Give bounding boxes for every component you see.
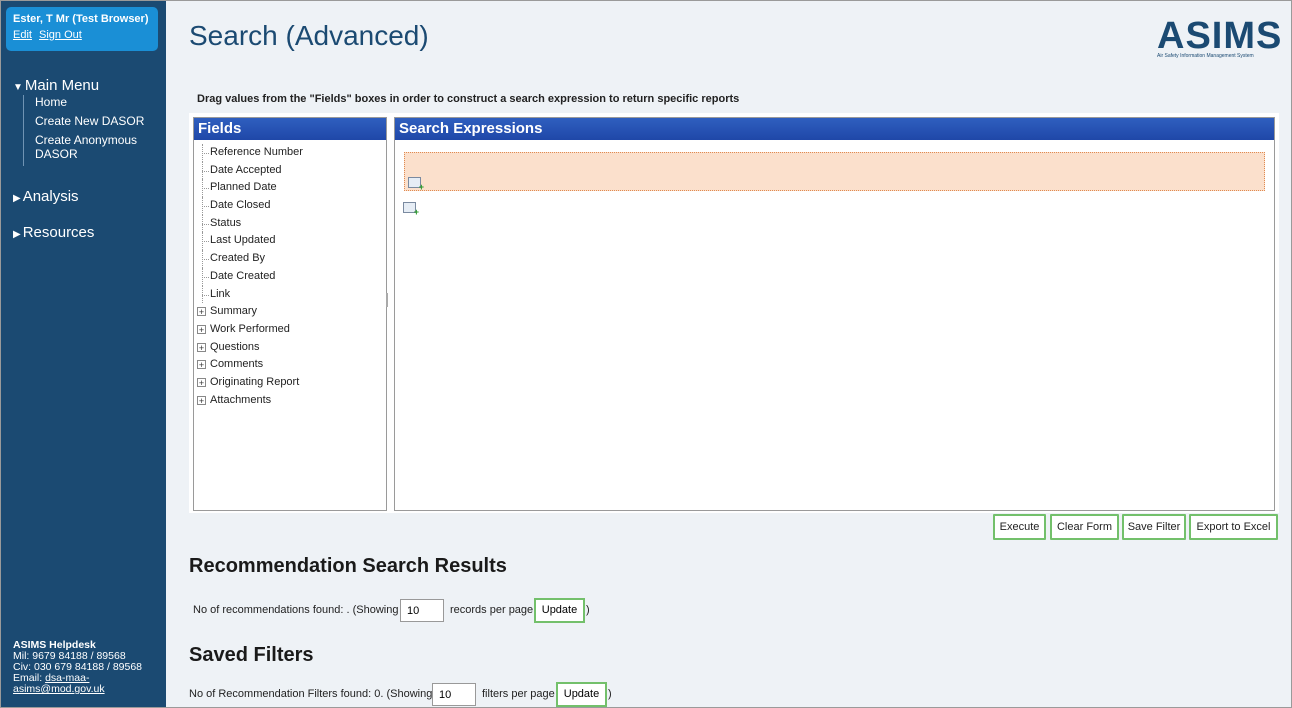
caret-down-icon: ▼	[13, 82, 23, 93]
edit-link[interactable]: Edit	[13, 29, 32, 41]
sidebar-item-home[interactable]: Home	[35, 95, 157, 109]
expand-plus-icon[interactable]: +	[197, 307, 206, 317]
add-expression-icon[interactable]	[403, 202, 419, 217]
user-links: Edit Sign Out	[13, 29, 86, 41]
fields-panel: Fields Reference Number Date Accepted Pl…	[193, 117, 387, 511]
search-expressions-header: Search Expressions	[395, 118, 1274, 140]
helpdesk-email-line: Email: dsa-maa-asims@mod.gov.uk	[13, 673, 163, 695]
field-item[interactable]: Date Created	[194, 267, 386, 286]
caret-right-icon: ▶	[13, 193, 21, 204]
expand-plus-icon[interactable]: +	[197, 324, 206, 334]
main-menu-toggle[interactable]: ▼ Main Menu	[13, 77, 99, 94]
saved-filters-count-text: No of Recommendation Filters found: 0. (…	[189, 688, 433, 700]
field-item[interactable]: Reference Number	[194, 144, 386, 162]
field-group-label: Work Performed	[210, 322, 290, 335]
results-close-paren: )	[586, 604, 590, 616]
save-filter-button[interactable]: Save Filter	[1122, 514, 1186, 540]
filters-per-page-label: filters per page	[482, 688, 555, 700]
fields-tree: Reference Number Date Accepted Planned D…	[194, 144, 386, 409]
user-box: Ester, T Mr (Test Browser) Edit Sign Out	[6, 7, 158, 51]
execute-button[interactable]: Execute	[993, 514, 1046, 540]
saved-filters-title: Saved Filters	[189, 644, 314, 666]
field-group-label: Originating Report	[210, 375, 300, 388]
records-per-page-input[interactable]	[400, 599, 444, 622]
sidebar-item-create-anonymous-dasor[interactable]: Create Anonymous DASOR	[35, 133, 157, 161]
field-item[interactable]: Status	[194, 214, 386, 233]
field-group[interactable]: + Summary	[194, 303, 386, 321]
analysis-label: Analysis	[22, 188, 79, 205]
field-item[interactable]: Link	[194, 285, 386, 304]
field-group[interactable]: + Work Performed	[194, 321, 386, 339]
field-group[interactable]: + Originating Report	[194, 374, 386, 392]
expand-plus-icon[interactable]: +	[197, 377, 206, 387]
results-title: Recommendation Search Results	[189, 555, 507, 577]
update-records-button[interactable]: Update	[534, 598, 585, 623]
filters-per-page-input[interactable]	[432, 683, 476, 706]
results-count-text: No of recommendations found: . (Showing	[193, 604, 399, 616]
expand-plus-icon[interactable]: +	[197, 342, 206, 352]
saved-close-paren: )	[608, 688, 612, 700]
clear-form-button[interactable]: Clear Form	[1050, 514, 1119, 540]
update-filters-button[interactable]: Update	[556, 682, 607, 707]
field-item[interactable]: Last Updated	[194, 232, 386, 250]
caret-right-icon: ▶	[13, 229, 21, 240]
resources-label: Resources	[22, 224, 95, 241]
add-expression-icon[interactable]	[408, 177, 424, 192]
search-expressions-panel: Search Expressions	[394, 117, 1275, 511]
logo-text: ASIMS	[1157, 15, 1283, 57]
field-item[interactable]: Date Accepted	[194, 161, 386, 180]
field-item[interactable]: Created By	[194, 250, 386, 268]
field-group-label: Questions	[210, 340, 260, 353]
field-group-label: Attachments	[210, 393, 272, 406]
expand-plus-icon[interactable]: +	[197, 360, 206, 370]
logo-subtitle: Air Safety Information Management System	[1157, 53, 1254, 59]
page-title: Search (Advanced)	[189, 20, 429, 51]
user-name: Ester, T Mr (Test Browser)	[13, 13, 149, 25]
field-group-label: Comments	[210, 358, 264, 371]
main-submenu: Home Create New DASOR Create Anonymous D…	[23, 95, 157, 166]
sidebar-item-create-new-dasor[interactable]: Create New DASOR	[35, 114, 157, 128]
instruction-text: Drag values from the "Fields" boxes in o…	[197, 93, 740, 105]
export-to-excel-button[interactable]: Export to Excel	[1189, 514, 1278, 540]
page-frame: Ester, T Mr (Test Browser) Edit Sign Out…	[0, 0, 1292, 708]
main-menu-label: Main Menu	[24, 77, 100, 94]
field-group[interactable]: + Attachments	[194, 392, 386, 410]
resources-menu-toggle[interactable]: ▶ Resources	[13, 224, 94, 241]
asims-logo: ASIMS Air Safety Information Management …	[1151, 15, 1281, 61]
field-group[interactable]: + Comments	[194, 356, 386, 374]
expression-drop-zone[interactable]	[404, 152, 1265, 192]
field-group[interactable]: + Questions	[194, 339, 386, 357]
expand-plus-icon[interactable]: +	[197, 395, 206, 405]
analysis-menu-toggle[interactable]: ▶ Analysis	[13, 188, 79, 205]
sidebar: Ester, T Mr (Test Browser) Edit Sign Out…	[1, 1, 166, 707]
helpdesk-info: ASIMS Helpdesk Mil: 9679 84188 / 89568 C…	[13, 640, 163, 695]
field-item[interactable]: Date Closed	[194, 197, 386, 215]
panel-splitter-handle[interactable]	[386, 293, 388, 307]
field-group-label: Summary	[210, 305, 258, 318]
fields-header: Fields	[194, 118, 386, 140]
field-item[interactable]: Planned Date	[194, 179, 386, 197]
records-per-page-label: records per page	[450, 604, 534, 616]
sign-out-link[interactable]: Sign Out	[39, 29, 82, 41]
